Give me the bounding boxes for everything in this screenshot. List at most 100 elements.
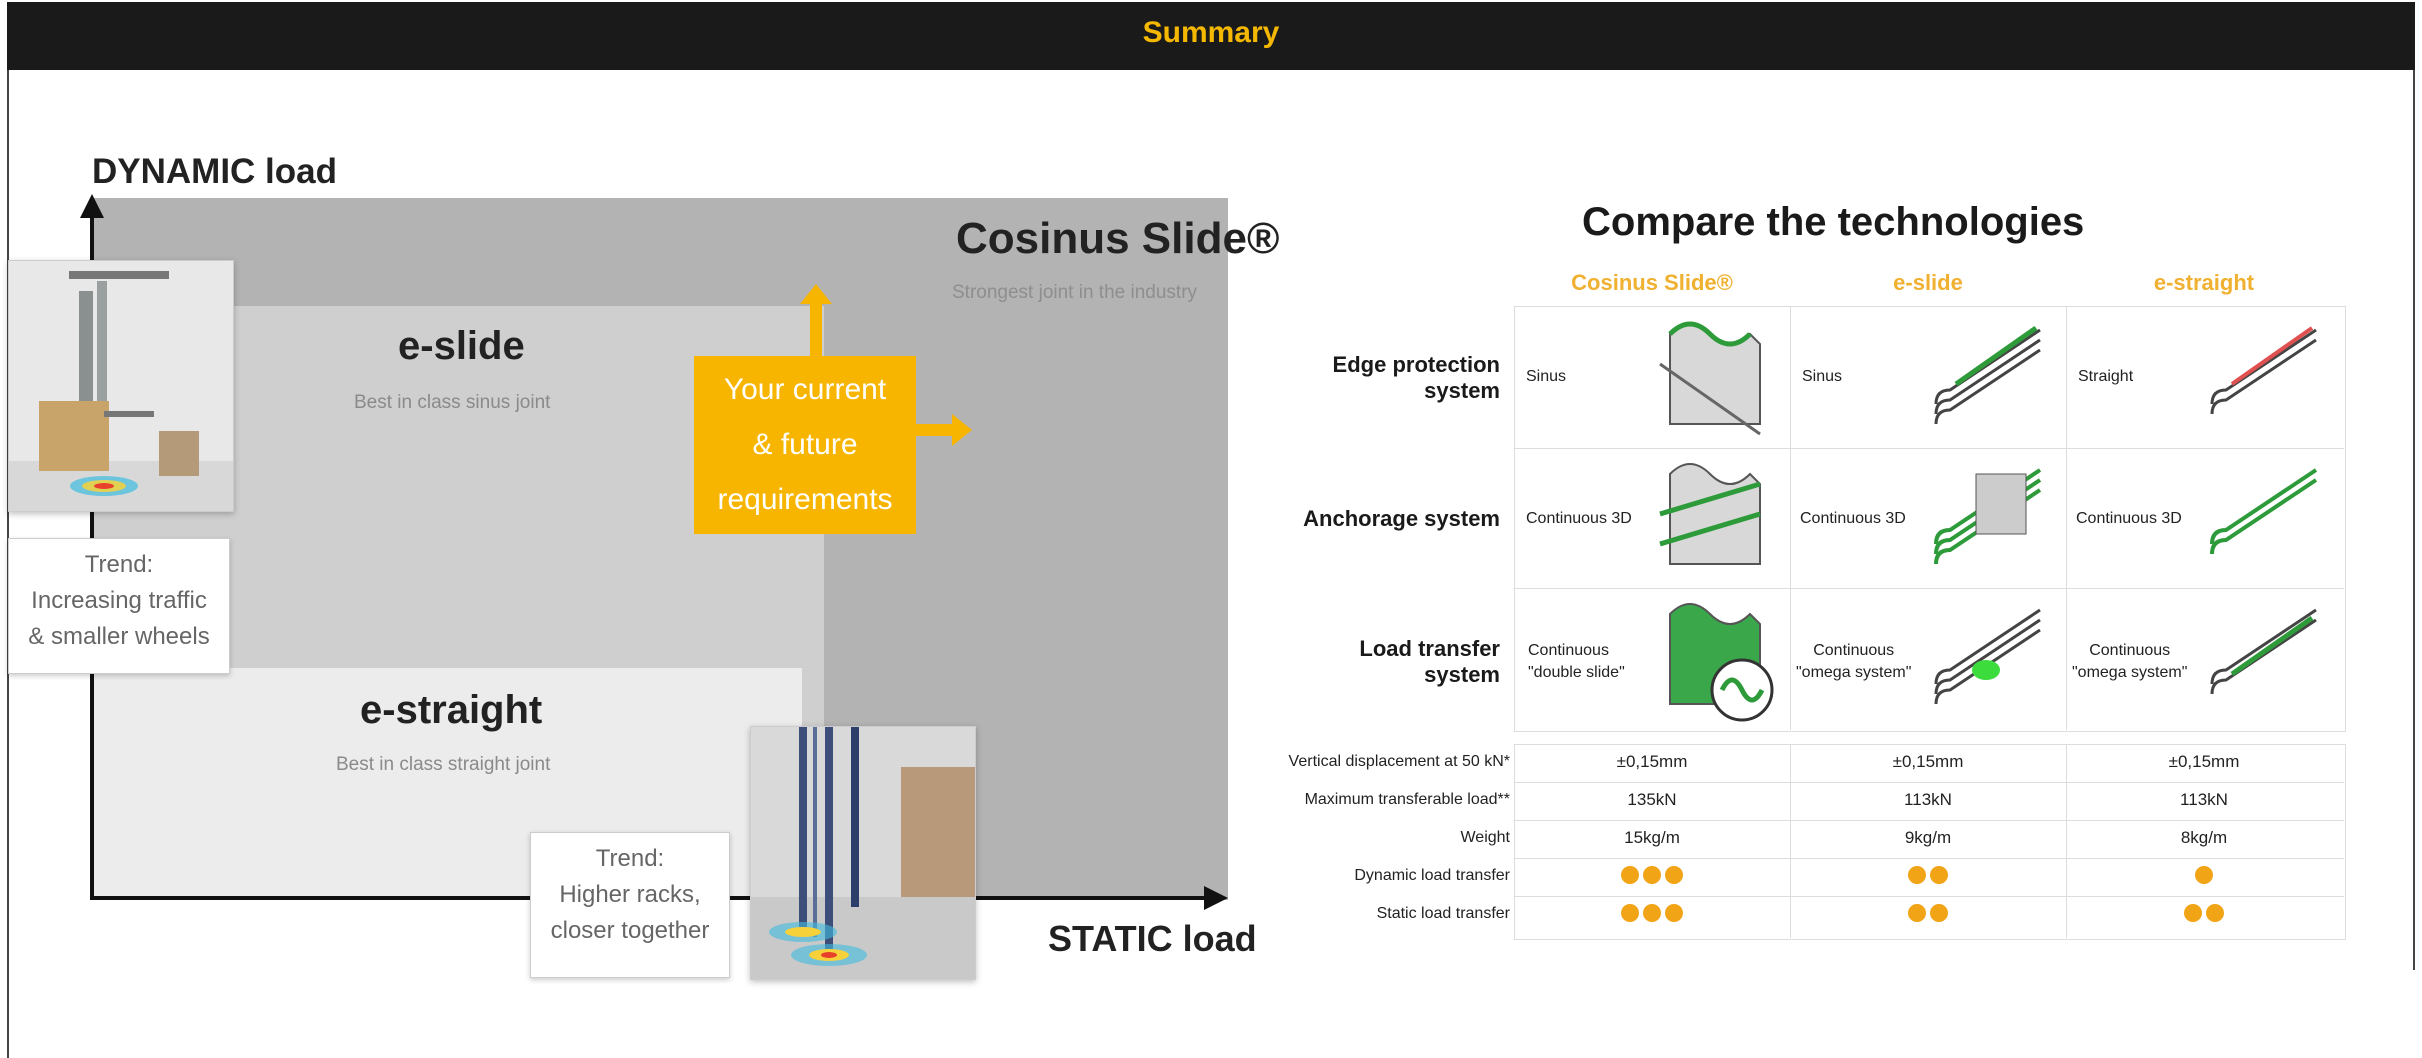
x-axis-label: STATIC load <box>1048 918 1257 959</box>
cell-text: Continuous "double slide" <box>1528 640 1625 684</box>
zone-subtitle-e-slide: Best in class sinus joint <box>354 392 551 413</box>
cell-text: Continuous 3D <box>1526 510 1632 527</box>
spec-value: ±0,15mm <box>1616 752 1688 771</box>
rating-dot-icon <box>1621 904 1639 922</box>
y-axis-label: DYNAMIC load <box>92 152 337 191</box>
racks-photo <box>750 726 976 980</box>
rating-dot-icon <box>1908 904 1926 922</box>
zone-title-e-straight: e-straight <box>360 688 543 732</box>
rating-dots <box>2066 904 2342 927</box>
trend-line: & smaller wheels <box>28 623 210 650</box>
spec-value: 8kg/m <box>2180 828 2228 847</box>
cell-line: Continuous <box>2089 642 2171 659</box>
rating-dot-icon <box>1908 866 1926 884</box>
row-label-line: system <box>1424 378 1500 403</box>
trend-line: Trend: <box>84 551 154 578</box>
sinus-joint-illustration <box>1659 321 1761 436</box>
spec-value: ±0,15mm <box>2168 752 2240 771</box>
sinus-edge-illustration <box>1934 325 2041 425</box>
y-axis-arrow-icon <box>80 194 104 218</box>
requirements-line: requirements <box>717 483 893 516</box>
column-header-e-straight: e-straight <box>2153 270 2255 295</box>
rating-dot-icon <box>1643 904 1661 922</box>
rating-dots <box>2066 866 2342 889</box>
arrow-up-icon <box>800 284 832 304</box>
cell-text: Sinus <box>1802 368 1843 385</box>
anchorage-3d-illustration <box>1934 468 2042 565</box>
grid-divider <box>1790 306 1791 730</box>
row-label-edge-protection: Edge protection system <box>1230 352 1500 404</box>
row-label-line: Anchorage system <box>1303 506 1500 531</box>
rating-dot-icon <box>1930 866 1948 884</box>
cell-line: "omega system" <box>2072 664 2188 681</box>
anchorage-3d-illustration <box>2210 468 2318 555</box>
grid-divider <box>1514 820 2344 821</box>
requirements-line: Your current <box>723 373 887 406</box>
row-label-line: system <box>1424 662 1500 687</box>
zone-subtitle-cosinus-slide: Strongest joint in the industry <box>952 282 1198 303</box>
spec-value: ±0,15mm <box>1892 752 1964 771</box>
rating-dot-icon <box>2195 866 2213 884</box>
rating-dots <box>1790 866 2066 889</box>
row-label-anchorage: Anchorage system <box>1230 506 1500 532</box>
spec-value: 15kg/m <box>1624 828 1680 847</box>
cell-line: Continuous <box>1528 642 1609 659</box>
spec-label-vertical-displacement: Vertical displacement at 50 kN* <box>1288 753 1510 770</box>
grid-divider <box>1514 782 2344 783</box>
cell-line: "double slide" <box>1528 664 1625 681</box>
rating-dots <box>1790 904 2066 927</box>
anchorage-3d-illustration <box>1659 463 1761 565</box>
zone-title-e-slide: e-slide <box>398 324 525 368</box>
header-bar: Summary <box>7 2 2415 70</box>
rating-dot-icon <box>1930 904 1948 922</box>
cell-text: Continuous "omega system" <box>2072 640 2187 684</box>
cell-text: Continuous 3D <box>1800 510 1906 527</box>
grid-divider <box>1514 448 2344 449</box>
cell-text: Sinus <box>1526 368 1567 385</box>
comparison-title: Compare the technologies <box>1582 200 2085 244</box>
spec-value: 135kN <box>1627 790 1677 809</box>
cell-line: Continuous <box>1813 642 1895 659</box>
row-label-line: Load transfer <box>1359 636 1500 661</box>
spec-value: 113kN <box>1904 790 1952 809</box>
row-label-load-transfer: Load transfer system <box>1230 636 1500 688</box>
spec-label-max-load: Maximum transferable load** <box>1304 791 1510 808</box>
rating-dot-icon <box>1621 866 1639 884</box>
arrow-right-icon <box>952 414 972 446</box>
omega-system-illustration <box>2210 608 2317 695</box>
trend-line: Higher racks, <box>559 881 701 908</box>
forklift-photo <box>8 260 234 512</box>
requirements-line: & future <box>752 428 858 461</box>
cell-text: Continuous "omega system" <box>1796 640 1911 684</box>
requirements-arrow-up <box>810 302 822 358</box>
rating-dots <box>1514 866 1790 889</box>
trend-line: Trend: <box>595 845 665 872</box>
straight-edge-illustration <box>2210 326 2317 415</box>
cell-text: Straight <box>2078 368 2134 385</box>
column-header-cosinus-slide: Cosinus Slide® <box>1571 270 1733 295</box>
rating-dot-icon <box>1643 866 1661 884</box>
double-slide-illustration <box>1669 603 1774 722</box>
grid-divider <box>1514 858 2344 859</box>
rating-dot-icon <box>1665 866 1683 884</box>
grid-divider <box>1514 896 2344 897</box>
zone-title-cosinus-slide: Cosinus Slide® <box>956 214 1280 263</box>
cell-line: "omega system" <box>1796 664 1912 681</box>
grid-divider <box>1514 588 2344 589</box>
column-header-e-slide: e-slide <box>1893 270 1963 295</box>
trend-traffic-callout: Trend: Increasing traffic & smaller whee… <box>8 538 230 674</box>
rating-dot-icon <box>1665 904 1683 922</box>
row-label-line: Edge protection <box>1332 352 1500 377</box>
cell-text: Continuous 3D <box>2076 510 2182 527</box>
trend-line: closer together <box>550 917 710 944</box>
trend-racks-callout: Trend: Higher racks, closer together <box>530 832 730 978</box>
frame-border-right <box>2413 70 2415 970</box>
page-title: Summary <box>1142 16 1280 49</box>
spec-value: 9kg/m <box>1904 828 1952 847</box>
rating-label-static: Static load transfer <box>1376 905 1510 922</box>
trend-line: Increasing traffic <box>31 587 207 614</box>
zone-subtitle-e-straight: Best in class straight joint <box>336 754 551 775</box>
omega-system-illustration <box>1934 608 2041 705</box>
rating-dot-icon <box>2184 904 2202 922</box>
rating-dots <box>1514 904 1790 927</box>
